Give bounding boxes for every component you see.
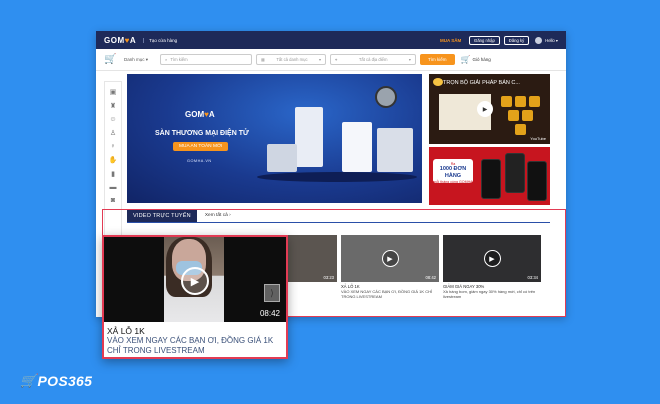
cart-logo-icon[interactable]: 🛒	[104, 54, 118, 65]
grid-icon: ▦	[261, 57, 266, 62]
search-button[interactable]: Tìm kiếm	[420, 54, 455, 65]
search-input[interactable]: ⌕ Tìm kiếm	[160, 54, 253, 65]
play-icon[interactable]: ▶	[381, 250, 399, 267]
washer-image	[377, 128, 413, 172]
video-thumbnail[interactable]: ▶ 03:34	[443, 235, 541, 282]
login-button[interactable]: Đăng nhập	[469, 35, 500, 45]
featured-video-card[interactable]: ▶ ⟩ 08:42 XẢ LỖ 1K VÀO XEM NGAY CÁC BẠN …	[102, 235, 288, 359]
pos365-logo: 🛒 POS365	[20, 373, 93, 389]
location-pin-icon: ⌖	[335, 57, 338, 62]
phone-image	[481, 159, 501, 199]
search-icon: ⌕	[165, 57, 168, 62]
banner-logo: GOM♥A	[185, 110, 215, 119]
search-bar: 🛒 Danh mục ▾ ⌕ Tìm kiếm ▦ Tất cả danh mụ…	[96, 49, 566, 71]
banner-title: SÀN THƯƠNG MẠI ĐIỆN TỬ	[155, 130, 249, 137]
promo-video-title: TRỌN BỘ GIẢI PHÁP BÁN C...	[443, 80, 520, 86]
promo-orders-banner[interactable]: Ra 1000 ĐƠN HÀNG mỗi tháng cùng GOMHA	[429, 147, 550, 205]
hex-tile	[515, 124, 526, 135]
cart-button[interactable]: 🛒 Giỏ hàng	[461, 55, 491, 64]
hex-tile	[522, 110, 533, 121]
video-duration: 03:34	[527, 275, 538, 280]
video-duration: 08:42	[425, 275, 436, 280]
video-thumbnail[interactable]: 03:23	[285, 235, 337, 282]
phone-image	[505, 153, 525, 193]
chevron-down-icon: ▾	[555, 37, 558, 43]
video-card[interactable]: ▶ 03:34 GIẢM GIÁ NGAY 30% Xả hàng bom, g…	[443, 235, 541, 300]
phone-image	[527, 161, 547, 201]
chevron-right-icon[interactable]: ⟩	[264, 284, 280, 302]
register-button[interactable]: Đăng ký	[503, 35, 530, 45]
live-video-header: VIDEO TRỰC TUYẾN Xem tất cả ›	[127, 209, 550, 223]
user-menu[interactable]: Hello ▾	[545, 38, 558, 43]
video-description: Xả hàng bom, giảm ngay 30% hàng mới, chỉ…	[443, 289, 536, 299]
dress-icon[interactable]: ♀	[110, 143, 115, 150]
chevron-down-icon: ▾	[145, 56, 149, 62]
video-title[interactable]: XẢ LỖ 1K	[107, 326, 145, 336]
play-icon[interactable]: ▶	[477, 101, 493, 117]
main-banner[interactable]: GOM♥A SÀN THƯƠNG MẠI ĐIỆN TỬ MUA AN TOÀN…	[127, 74, 422, 203]
brand-badge	[433, 78, 443, 86]
banner-site: GOMHA.VN	[187, 159, 212, 163]
location-select[interactable]: ⌖ Tất cả địa điểm ▾	[330, 54, 417, 65]
play-icon[interactable]: ▶	[181, 267, 209, 295]
cart-icon: 🛒	[20, 373, 37, 388]
stage-platform	[257, 172, 417, 182]
category-menu[interactable]: Danh mục ▾	[124, 57, 148, 63]
category-select[interactable]: ▦ Tất cả danh mục ▾	[256, 54, 327, 65]
avatar[interactable]	[535, 36, 543, 44]
hex-tile	[508, 110, 519, 121]
sofa-icon[interactable]: ▬	[110, 184, 117, 191]
camera-icon[interactable]: ◙	[111, 197, 115, 204]
bottle-icon[interactable]: ♜	[110, 102, 116, 110]
category-sidebar: ▣ ♜ ☺ ♙ ♀ ✋ ▮ ▬ ◙	[104, 81, 122, 259]
fan-image	[375, 86, 397, 108]
tab-live-video[interactable]: VIDEO TRỰC TUYẾN	[127, 209, 197, 222]
hex-tile	[529, 96, 540, 107]
banner-cta-button[interactable]: MUA AN TOÀN MỚI	[173, 142, 229, 151]
video-description: VÀO XEM NGAY CÁC BẠN ƠI, ĐỒNG GIÁ 1K CHỈ…	[341, 289, 433, 299]
gomha-logo[interactable]: GOM♥A	[104, 36, 136, 45]
baby-icon[interactable]: ☺	[109, 116, 116, 123]
air-cooler-image	[295, 107, 323, 167]
phone-icon[interactable]: ▮	[111, 170, 115, 178]
video-duration: 08:42	[259, 309, 280, 318]
play-icon[interactable]: ▶	[483, 250, 501, 267]
chevron-down-icon: ▾	[408, 57, 412, 62]
youtube-label: YouTube	[530, 136, 546, 141]
fridge-image	[342, 122, 372, 172]
create-store-link[interactable]: Tạo cửa hàng	[143, 37, 177, 43]
chevron-down-icon: ▾	[318, 57, 322, 62]
promo-card: Ra 1000 ĐƠN HÀNG mỗi tháng cùng GOMHA	[433, 159, 473, 184]
video-description: VÀO XEM NGAY CÁC BẠN ƠI, ĐỒNG GIÁ 1K CHỈ…	[107, 336, 274, 355]
video-thumbnail[interactable]: ▶ ⟩ 08:42	[104, 237, 286, 322]
see-all-link[interactable]: Xem tất cả ›	[197, 209, 239, 222]
video-card[interactable]: ▶ 08:42 XẢ LỖ 1K VÀO XEM NGAY CÁC BẠN ƠI…	[341, 235, 439, 300]
glove-icon[interactable]: ✋	[109, 156, 118, 164]
hex-tile	[501, 96, 512, 107]
video-card-partial[interactable]: 03:23	[285, 235, 337, 282]
appliance-image	[267, 144, 297, 172]
bag-icon[interactable]: ♙	[110, 129, 116, 137]
appliance-icon[interactable]: ▣	[110, 88, 117, 96]
cart-icon: 🛒	[460, 55, 471, 64]
shopping-link[interactable]: MUA SẮM	[440, 38, 461, 43]
video-duration: 03:23	[323, 275, 334, 280]
top-navbar: GOM♥A Tạo cửa hàng MUA SẮM Đăng nhập Đăn…	[96, 31, 566, 49]
promo-video-banner[interactable]: TRỌN BỘ GIẢI PHÁP BÁN C... ▶ YouTube	[429, 74, 550, 144]
video-thumbnail[interactable]: ▶ 08:42	[341, 235, 439, 282]
hex-tile	[515, 96, 526, 107]
